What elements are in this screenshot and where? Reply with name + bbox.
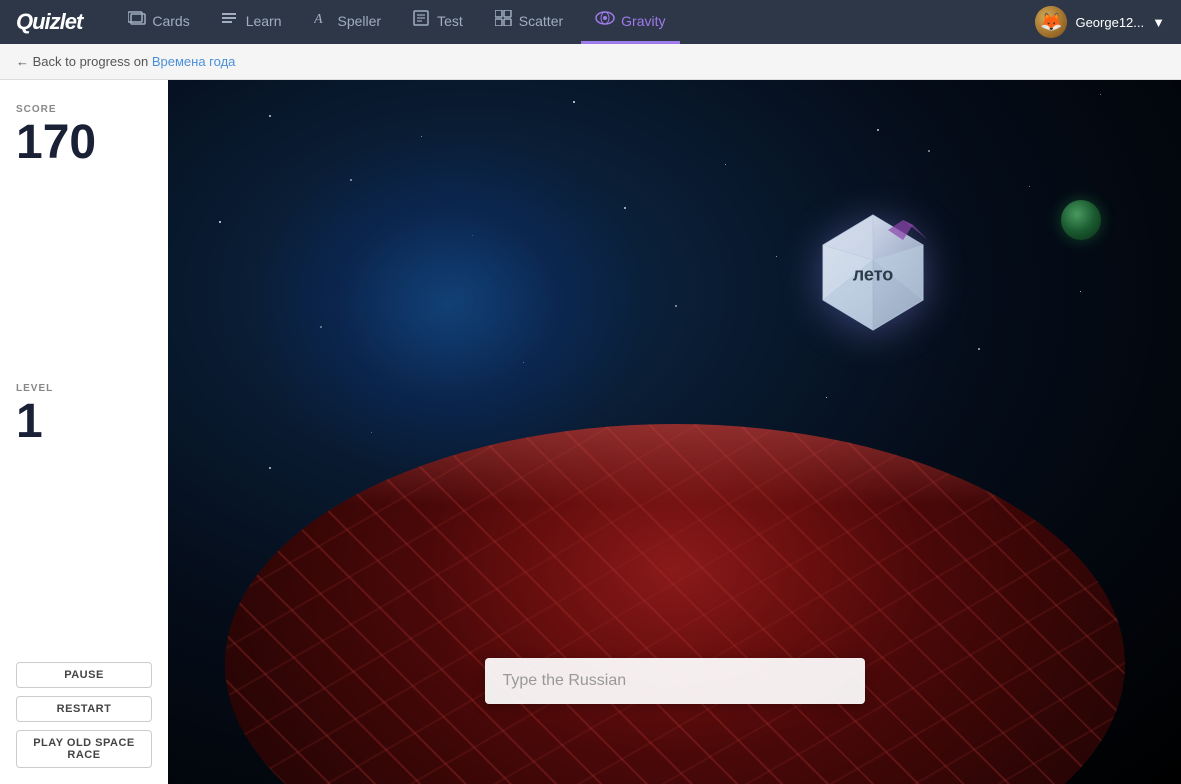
nav-label-gravity: Gravity: [621, 13, 665, 29]
level-value: 1: [16, 398, 152, 446]
navigation: Quizlet Cards Learn A Speller: [0, 0, 1181, 44]
play-old-space-race-button[interactable]: PLAY OLD SPACE RACE: [16, 730, 152, 768]
score-section: SCORE 170: [16, 104, 152, 167]
gem-shape: лето: [808, 210, 938, 340]
username: George12...: [1075, 15, 1144, 30]
nav-label-test: Test: [437, 13, 463, 29]
nav-item-speller[interactable]: A Speller: [300, 0, 396, 44]
nav-items: Cards Learn A Speller Test: [114, 0, 1035, 44]
small-planet: [1061, 200, 1101, 240]
restart-button[interactable]: RESTART: [16, 696, 152, 722]
quizlet-logo[interactable]: Quizlet: [16, 9, 82, 35]
game-area: лето: [168, 80, 1181, 784]
svg-text:A: A: [314, 12, 323, 26]
floating-gem: лето: [808, 210, 938, 340]
back-text: ← Back to progress on: [16, 54, 148, 69]
scatter-icon: [495, 10, 513, 31]
main-layout: SCORE 170 LEVEL 1 PAUSE RESTART PLAY OLD…: [0, 80, 1181, 784]
user-menu[interactable]: 🦊 George12... ▼: [1035, 6, 1165, 38]
score-value: 170: [16, 119, 152, 167]
gravity-icon: [595, 10, 615, 31]
pause-button[interactable]: PAUSE: [16, 662, 152, 688]
answer-input[interactable]: [485, 658, 865, 704]
learn-icon: [222, 11, 240, 30]
set-link[interactable]: Времена года: [152, 54, 236, 69]
nav-item-scatter[interactable]: Scatter: [481, 0, 577, 44]
nav-item-gravity[interactable]: Gravity: [581, 0, 679, 44]
sidebar: SCORE 170 LEVEL 1 PAUSE RESTART PLAY OLD…: [0, 80, 168, 784]
level-label: LEVEL: [16, 383, 152, 394]
planet: [225, 424, 1125, 784]
avatar: 🦊: [1035, 6, 1067, 38]
speller-icon: A: [314, 10, 332, 31]
nav-label-cards: Cards: [152, 13, 189, 29]
avatar-image: 🦊: [1035, 6, 1067, 38]
test-icon: [413, 10, 431, 31]
answer-input-container: [485, 658, 865, 704]
score-label: SCORE: [16, 104, 152, 115]
breadcrumb: ← Back to progress on Времена года: [0, 44, 1181, 80]
nav-item-test[interactable]: Test: [399, 0, 477, 44]
nav-item-learn[interactable]: Learn: [208, 0, 296, 44]
nav-item-cards[interactable]: Cards: [114, 0, 203, 44]
cards-icon: [128, 11, 146, 30]
chevron-down-icon: ▼: [1152, 15, 1165, 30]
planet-glow: [225, 424, 1125, 504]
nav-label-learn: Learn: [246, 13, 282, 29]
level-section: LEVEL 1: [16, 383, 152, 446]
sidebar-buttons: PAUSE RESTART PLAY OLD SPACE RACE: [16, 662, 152, 768]
nav-label-speller: Speller: [338, 13, 382, 29]
nav-label-scatter: Scatter: [519, 13, 563, 29]
